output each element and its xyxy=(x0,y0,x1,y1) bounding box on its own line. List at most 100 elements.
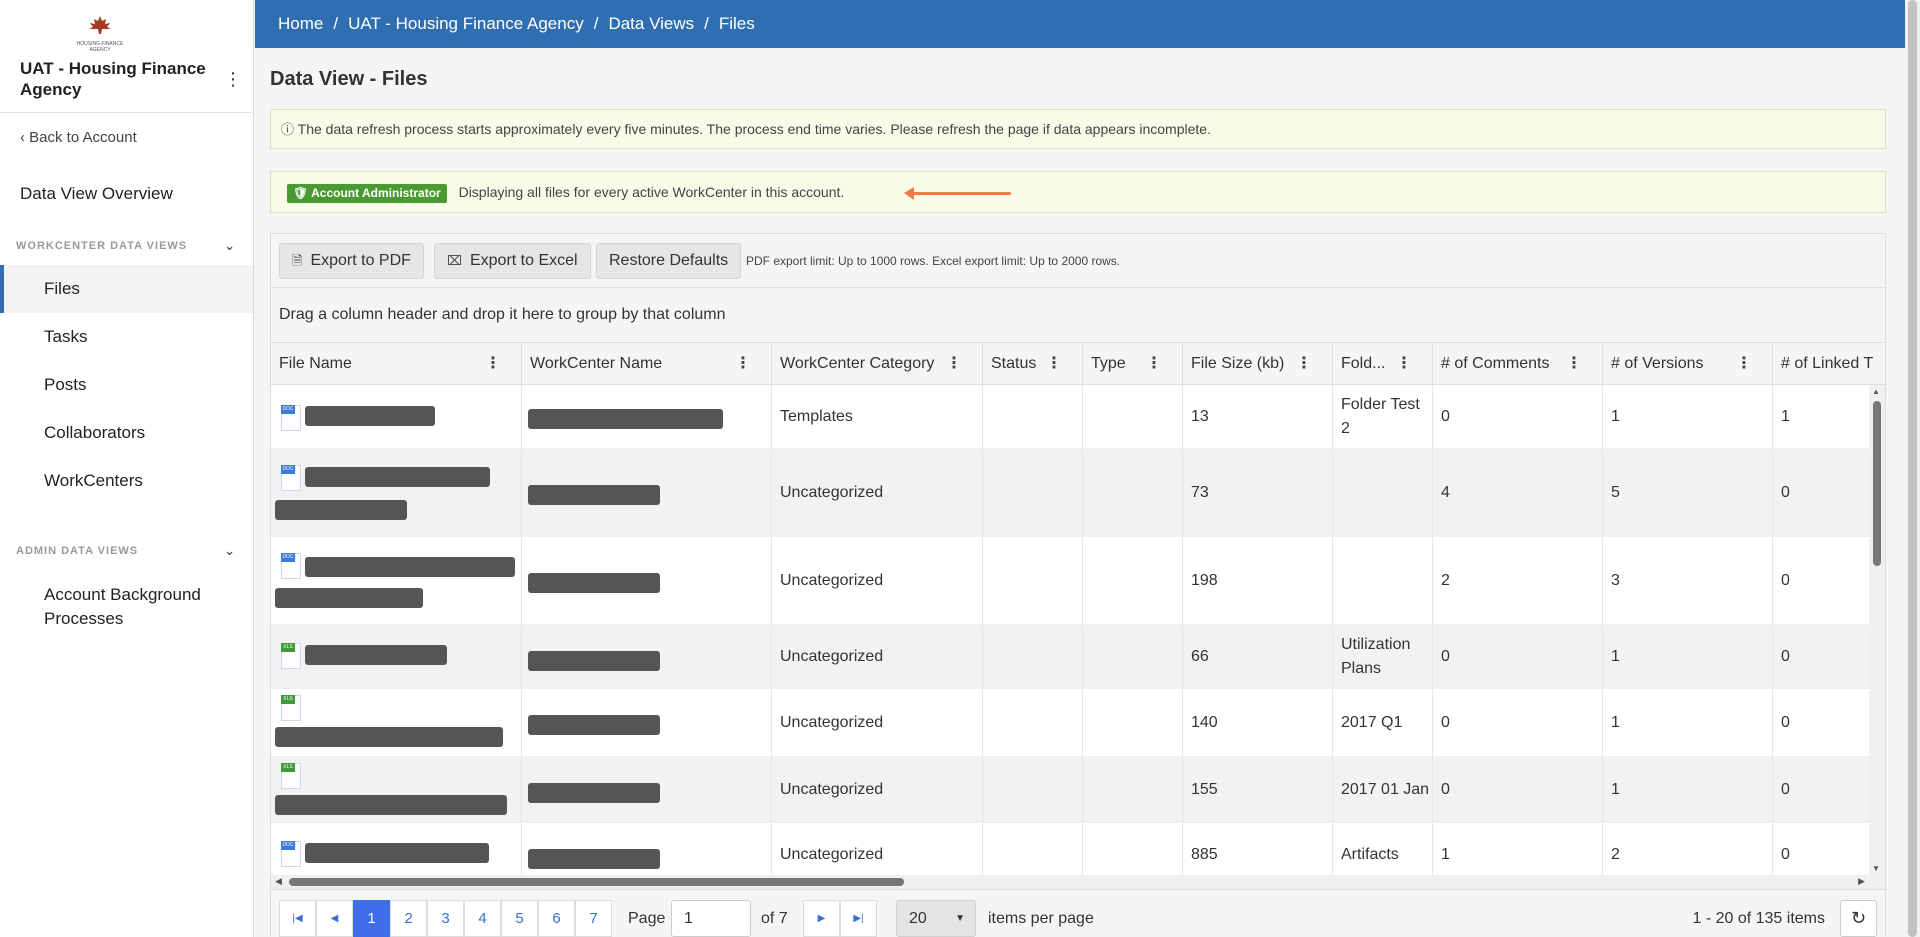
group-drop-area[interactable]: Drag a column header and drop it here to… xyxy=(271,288,1885,343)
folder-cell: 2017 Q1 xyxy=(1333,689,1433,756)
breadcrumb-account[interactable]: UAT - Housing Finance Agency xyxy=(348,14,584,33)
column-header-versions[interactable]: # of Versions ⋮ xyxy=(1603,343,1773,384)
page-button-1[interactable]: 1 xyxy=(353,900,390,937)
scroll-right-icon[interactable]: ▶ xyxy=(1858,876,1865,887)
page-button-2[interactable]: 2 xyxy=(390,900,427,937)
horizontal-scrollbar[interactable]: ◀ ▶ xyxy=(271,875,1885,889)
restore-defaults-button[interactable]: Restore Defaults xyxy=(596,243,742,279)
page-button-4[interactable]: 4 xyxy=(464,900,501,937)
status-cell xyxy=(983,385,1083,448)
scroll-up-icon[interactable]: ▲ xyxy=(1872,387,1880,396)
page-scrollbar[interactable] xyxy=(1905,0,1920,937)
column-header-status[interactable]: Status ⋮ xyxy=(983,343,1083,384)
scroll-down-icon[interactable]: ▼ xyxy=(1872,864,1880,873)
export-pdf-button[interactable]: 🗎 Export to PDF xyxy=(279,243,424,279)
admin-section-heading[interactable]: ADMIN DATA VIEWS ⌄ xyxy=(16,543,236,558)
column-header-workcenter-category[interactable]: WorkCenter Category ⋮ xyxy=(772,343,983,384)
linked-cell: 0 xyxy=(1781,713,1790,731)
table-row[interactable]: DOC Uncategorized 885 Artifacts 1 2 0 xyxy=(271,823,1869,875)
column-menu-icon[interactable]: ⋮ xyxy=(1296,343,1312,384)
column-menu-icon[interactable]: ⋮ xyxy=(1396,343,1412,384)
more-options-icon[interactable]: ⋮ xyxy=(224,69,242,90)
page-button-5[interactable]: 5 xyxy=(501,900,538,937)
file-name-cell[interactable]: DOC xyxy=(271,823,522,875)
page-scroll-thumb[interactable] xyxy=(1908,0,1917,937)
column-menu-icon[interactable]: ⋮ xyxy=(946,343,962,384)
sidebar-item-files[interactable]: Files xyxy=(0,265,253,313)
workcenter-name-cell[interactable] xyxy=(522,757,772,822)
scroll-left-icon[interactable]: ◀ xyxy=(275,876,282,887)
export-excel-button[interactable]: ⌧ Export to Excel xyxy=(434,243,591,279)
workcenter-name-cell[interactable] xyxy=(522,689,772,756)
workcenter-name-cell[interactable] xyxy=(522,385,772,448)
column-header-folder[interactable]: Fold... ⋮ xyxy=(1333,343,1433,384)
next-page-button[interactable]: ▶ xyxy=(803,900,840,937)
word-document-icon: DOC xyxy=(281,841,301,867)
comments-cell: 2 xyxy=(1433,537,1603,624)
column-menu-icon[interactable]: ⋮ xyxy=(1046,343,1062,384)
column-header-file-size[interactable]: File Size (kb) ⋮ xyxy=(1183,343,1333,384)
versions-cell: 1 xyxy=(1603,689,1773,756)
table-row[interactable]: XLS Uncategorized 66 Utilization Plans 0… xyxy=(271,625,1869,689)
vertical-scroll-thumb[interactable] xyxy=(1873,401,1881,566)
comments-cell: 1 xyxy=(1433,823,1603,875)
workcenter-name-cell[interactable] xyxy=(522,823,772,875)
file-name-cell[interactable]: DOC xyxy=(271,385,522,448)
refresh-button[interactable]: ↻ xyxy=(1840,900,1877,937)
data-view-overview-link[interactable]: Data View Overview xyxy=(20,184,173,204)
page-button-3[interactable]: 3 xyxy=(427,900,464,937)
column-menu-icon[interactable]: ⋮ xyxy=(485,343,501,384)
column-header-workcenter-name[interactable]: WorkCenter Name ⋮ xyxy=(522,343,772,384)
table-row[interactable]: DOC Uncategorized 198 2 3 0 xyxy=(271,537,1869,625)
sidebar-item-tasks[interactable]: Tasks xyxy=(0,313,253,361)
column-menu-icon[interactable]: ⋮ xyxy=(1566,343,1582,384)
linked-cell: 0 xyxy=(1781,780,1790,798)
first-page-button[interactable]: |◀ xyxy=(279,900,316,937)
column-header-comments[interactable]: # of Comments ⋮ xyxy=(1433,343,1603,384)
sidebar-item-account-background-processes[interactable]: Account Background Processes xyxy=(44,583,244,631)
vertical-scrollbar[interactable]: ▲ ▼ xyxy=(1869,385,1885,875)
workcenter-name-cell[interactable] xyxy=(522,537,772,624)
word-document-icon: DOC xyxy=(281,553,301,579)
caret-down-icon: ▼ xyxy=(955,913,965,924)
column-header-file-name[interactable]: File Name ⋮ xyxy=(271,343,522,384)
horizontal-scroll-thumb[interactable] xyxy=(289,878,904,886)
breadcrumb-home[interactable]: Home xyxy=(278,14,323,33)
chevron-down-icon: ⌄ xyxy=(224,238,236,253)
file-name-cell[interactable]: XLS xyxy=(271,689,522,756)
file-name-cell[interactable]: DOC xyxy=(271,537,522,624)
column-menu-icon[interactable]: ⋮ xyxy=(735,343,751,384)
last-page-button[interactable]: ▶| xyxy=(840,900,877,937)
sidebar-item-collaborators[interactable]: Collaborators xyxy=(0,409,253,457)
column-header-type[interactable]: Type ⋮ xyxy=(1083,343,1183,384)
page-button-6[interactable]: 6 xyxy=(538,900,575,937)
sidebar-item-posts[interactable]: Posts xyxy=(0,361,253,409)
page-button-7[interactable]: 7 xyxy=(575,900,612,937)
workcenter-name-cell[interactable] xyxy=(522,625,772,688)
back-to-account-link[interactable]: ‹ Back to Account xyxy=(20,129,137,146)
column-header-linked[interactable]: # of Linked T xyxy=(1773,343,1885,384)
breadcrumb-files: Files xyxy=(718,14,755,33)
table-row[interactable]: DOC Templates 13 Folder Test 2 0 1 1 xyxy=(271,385,1869,449)
column-label: File Size (kb) xyxy=(1191,355,1285,372)
file-name-cell[interactable]: DOC xyxy=(271,449,522,536)
table-row[interactable]: DOC Uncategorized 73 4 5 0 xyxy=(271,449,1869,537)
agency-logo: HOUSING FINANCE AGENCY xyxy=(75,15,125,53)
table-row[interactable]: XLS Uncategorized 155 2017 01 Jan 0 1 0 xyxy=(271,757,1869,823)
previous-page-button[interactable]: ◀ xyxy=(316,900,353,937)
comments-cell: 0 xyxy=(1433,385,1603,448)
items-per-page-select[interactable]: 20 ▼ xyxy=(896,900,976,937)
word-document-icon: DOC xyxy=(281,405,301,431)
redacted-file-name xyxy=(275,500,407,520)
workcenter-section-heading[interactable]: WORKCENTER DATA VIEWS ⌄ xyxy=(16,238,236,253)
breadcrumb-data-views[interactable]: Data Views xyxy=(608,14,694,33)
workcenter-name-cell[interactable] xyxy=(522,449,772,536)
file-name-cell[interactable]: XLS xyxy=(271,757,522,822)
file-name-cell[interactable]: XLS xyxy=(271,625,522,688)
sidebar-item-workcenters[interactable]: WorkCenters xyxy=(0,457,253,505)
page-number-input[interactable] xyxy=(671,900,751,937)
column-menu-icon[interactable]: ⋮ xyxy=(1736,343,1752,384)
column-menu-icon[interactable]: ⋮ xyxy=(1146,343,1162,384)
excel-document-icon: XLS xyxy=(281,763,301,789)
table-row[interactable]: XLS Uncategorized 140 2017 Q1 0 1 0 xyxy=(271,689,1869,757)
